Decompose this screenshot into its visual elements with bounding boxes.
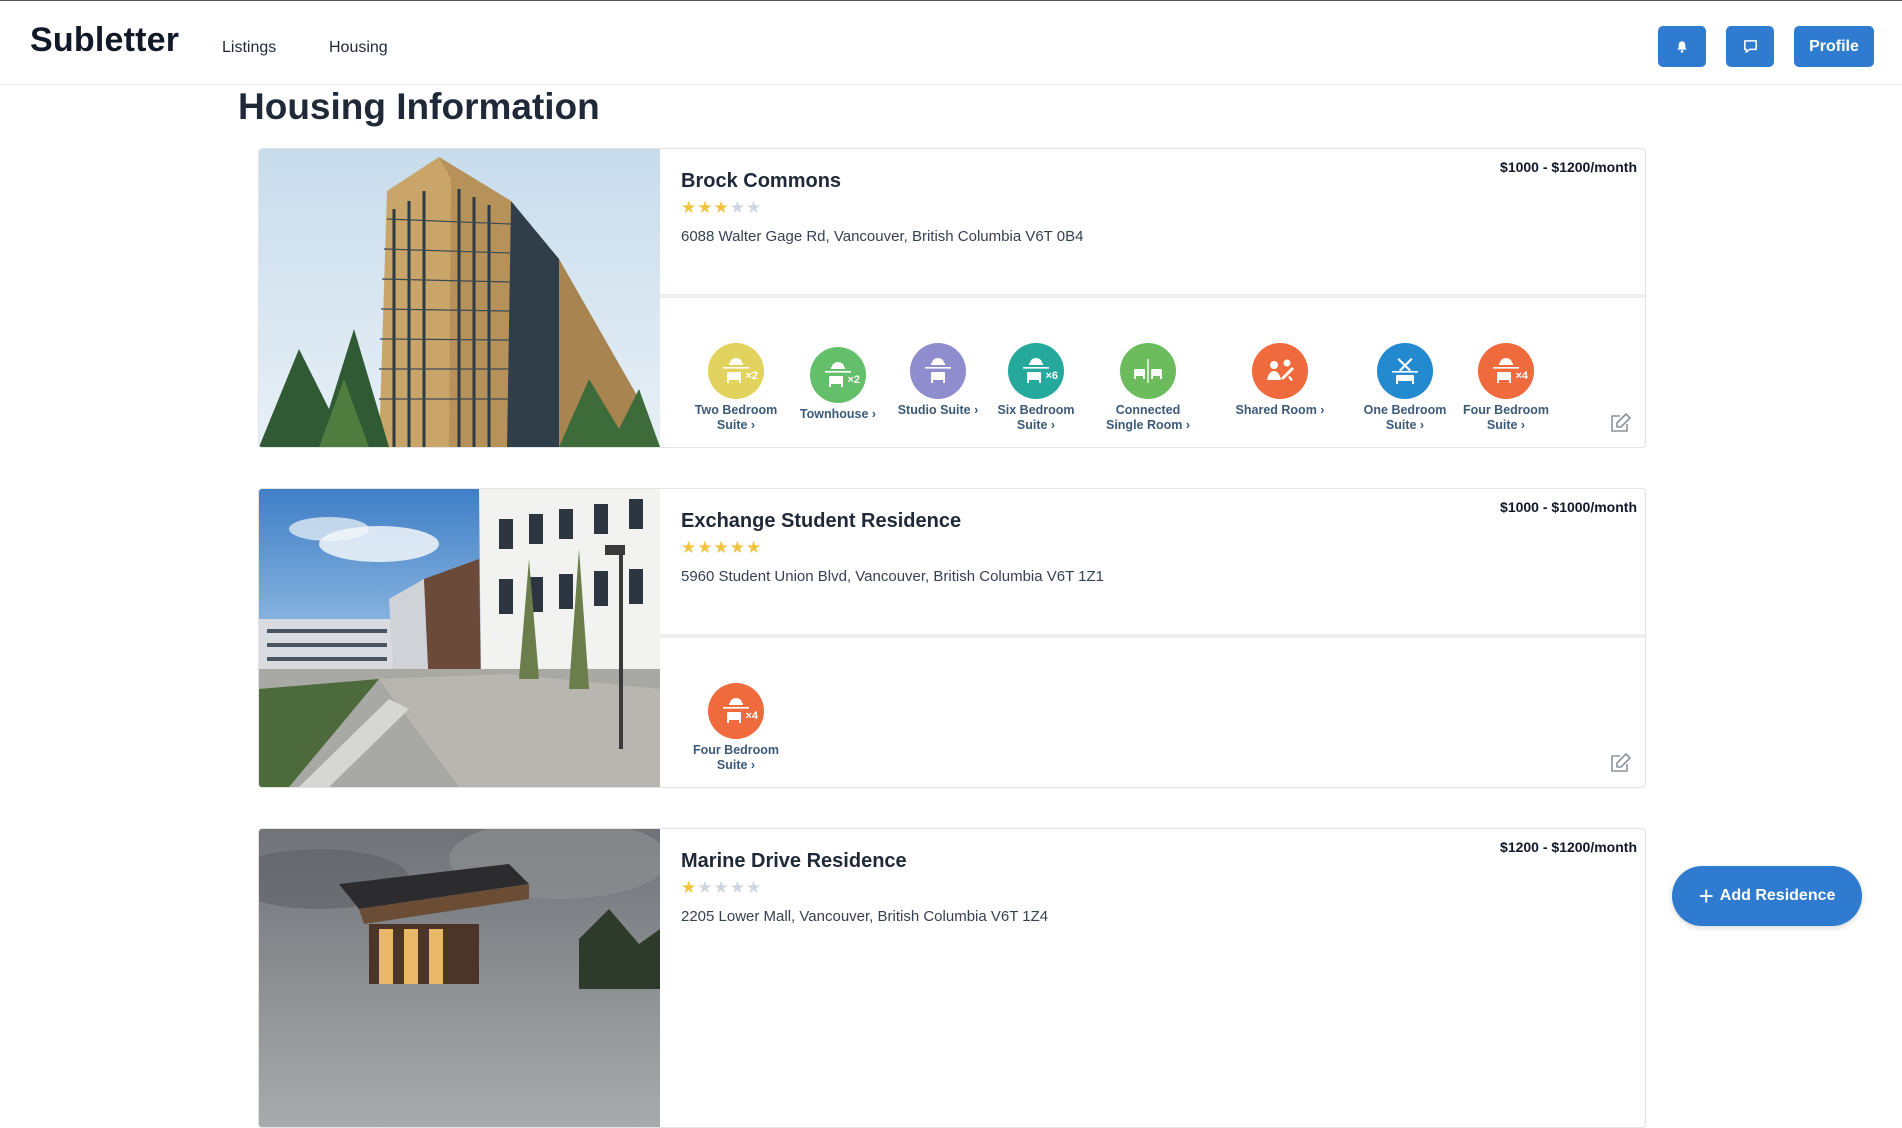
star-icon: ★	[713, 878, 729, 898]
star-icon: ★	[681, 878, 697, 898]
star-icon: ★	[746, 198, 762, 218]
room-type-label: Townhouse ›	[799, 407, 877, 421]
residence-card-brock-commons[interactable]: Brock Commons ★ ★ ★ ★ ★ 6088 Walter Gage…	[258, 148, 1646, 448]
shared-room-icon	[1252, 343, 1308, 399]
residence-address: 6088 Walter Gage Rd, Vancouver, British …	[681, 228, 1084, 245]
residence-name[interactable]: Exchange Student Residence	[681, 510, 961, 533]
residence-info: Exchange Student Residence ★ ★ ★ ★ ★ 596…	[660, 489, 1645, 634]
nav-link-housing[interactable]: Housing	[329, 39, 388, 57]
nav-link-listings[interactable]: Listings	[222, 39, 276, 57]
residence-address: 5960 Student Union Blvd, Vancouver, Brit…	[681, 568, 1105, 585]
residence-info: Marine Drive Residence ★ ★ ★ ★ ★ 2205 Lo…	[660, 829, 1645, 974]
room-type-list: ×2 Two Bedroom Suite › ×2 Townhouse › St…	[660, 298, 1645, 447]
occupancy-multiplier: ×4	[745, 710, 758, 722]
bed-icon	[910, 343, 966, 399]
room-type-label: Connected Single Room ›	[1105, 403, 1191, 432]
bed-icon: ×2	[708, 343, 764, 399]
price-range: $1000 - $1000/month	[1500, 499, 1637, 515]
navbar: Subletter Listings Housing Profile	[0, 1, 1902, 85]
star-icon: ★	[746, 538, 762, 558]
room-type-four-bedroom-suite[interactable]: ×4 Four Bedroom Suite ›	[681, 683, 791, 773]
room-type-label: One Bedroom Suite ›	[1363, 403, 1447, 432]
occupancy-multiplier: ×2	[847, 374, 860, 386]
bed-icon: ×6	[1008, 343, 1064, 399]
bell-icon	[1677, 40, 1687, 53]
bed-icon: ×4	[1478, 343, 1534, 399]
star-icon: ★	[746, 878, 762, 898]
add-residence-button[interactable]: + Add Residence	[1672, 866, 1862, 926]
notifications-button[interactable]	[1658, 26, 1706, 67]
residence-info: Brock Commons ★ ★ ★ ★ ★ 6088 Walter Gage…	[660, 149, 1645, 294]
room-type-label: Six Bedroom Suite ›	[997, 403, 1075, 432]
room-type-label: Shared Room ›	[1235, 403, 1325, 417]
occupancy-multiplier: ×6	[1045, 370, 1058, 382]
plus-icon: +	[1698, 881, 1714, 911]
residence-card-marine-drive-residence[interactable]: Marine Drive Residence ★ ★ ★ ★ ★ 2205 Lo…	[258, 828, 1646, 1128]
star-icon: ★	[697, 198, 713, 218]
edit-icon[interactable]	[1609, 411, 1633, 439]
residence-card-exchange-student-residence[interactable]: Exchange Student Residence ★ ★ ★ ★ ★ 596…	[258, 488, 1646, 788]
edit-icon[interactable]	[1609, 751, 1633, 779]
room-type-two-bedroom-suite[interactable]: ×2 Two Bedroom Suite ›	[681, 343, 791, 433]
brand-logo[interactable]: Subletter	[30, 21, 179, 60]
room-type-list: ×4 Four Bedroom Suite ›	[660, 638, 1645, 787]
messages-button[interactable]	[1726, 26, 1774, 67]
room-type-connected-single-room[interactable]: Connected Single Room ›	[1093, 343, 1203, 433]
star-icon: ★	[713, 198, 729, 218]
price-range: $1200 - $1200/month	[1500, 839, 1637, 855]
residence-photo	[259, 149, 660, 447]
star-rating: ★ ★ ★ ★ ★	[681, 199, 761, 217]
room-type-label: Four Bedroom Suite ›	[692, 743, 780, 772]
star-icon: ★	[729, 538, 745, 558]
star-icon: ★	[713, 538, 729, 558]
chat-icon	[1743, 40, 1757, 53]
star-icon: ★	[729, 198, 745, 218]
price-range: $1000 - $1200/month	[1500, 159, 1637, 175]
room-type-four-bedroom-suite[interactable]: ×4 Four Bedroom Suite ›	[1451, 343, 1561, 433]
profile-button[interactable]: Profile	[1794, 26, 1874, 67]
room-type-studio-suite[interactable]: Studio Suite ›	[883, 343, 993, 418]
room-type-townhouse[interactable]: ×2 Townhouse ›	[783, 347, 893, 422]
occupancy-multiplier: ×4	[1515, 370, 1528, 382]
bed-icon: ×4	[708, 683, 764, 739]
star-icon: ★	[681, 198, 697, 218]
star-icon: ★	[697, 878, 713, 898]
star-icon: ★	[729, 878, 745, 898]
add-residence-label: Add Residence	[1719, 887, 1836, 904]
residence-name[interactable]: Marine Drive Residence	[681, 850, 907, 873]
room-type-label: Studio Suite ›	[897, 403, 979, 417]
connected-beds-icon	[1120, 343, 1176, 399]
star-icon: ★	[681, 538, 697, 558]
star-rating: ★ ★ ★ ★ ★	[681, 879, 761, 897]
residence-photo	[259, 489, 660, 787]
bed-icon: ×2	[810, 347, 866, 403]
star-icon: ★	[697, 538, 713, 558]
residence-photo	[259, 829, 660, 1127]
residence-name[interactable]: Brock Commons	[681, 170, 841, 193]
room-type-label: Four Bedroom Suite ›	[1462, 403, 1550, 432]
bed-utensils-icon	[1377, 343, 1433, 399]
page-title: Housing Information	[238, 86, 600, 127]
occupancy-multiplier: ×2	[745, 370, 758, 382]
residence-address: 2205 Lower Mall, Vancouver, British Colu…	[681, 908, 1049, 925]
room-type-label: Two Bedroom Suite ›	[694, 403, 778, 432]
room-type-six-bedroom-suite[interactable]: ×6 Six Bedroom Suite ›	[981, 343, 1091, 433]
star-rating: ★ ★ ★ ★ ★	[681, 539, 761, 557]
room-type-one-bedroom-suite[interactable]: One Bedroom Suite ›	[1350, 343, 1460, 433]
room-type-shared-room[interactable]: Shared Room ›	[1225, 343, 1335, 418]
